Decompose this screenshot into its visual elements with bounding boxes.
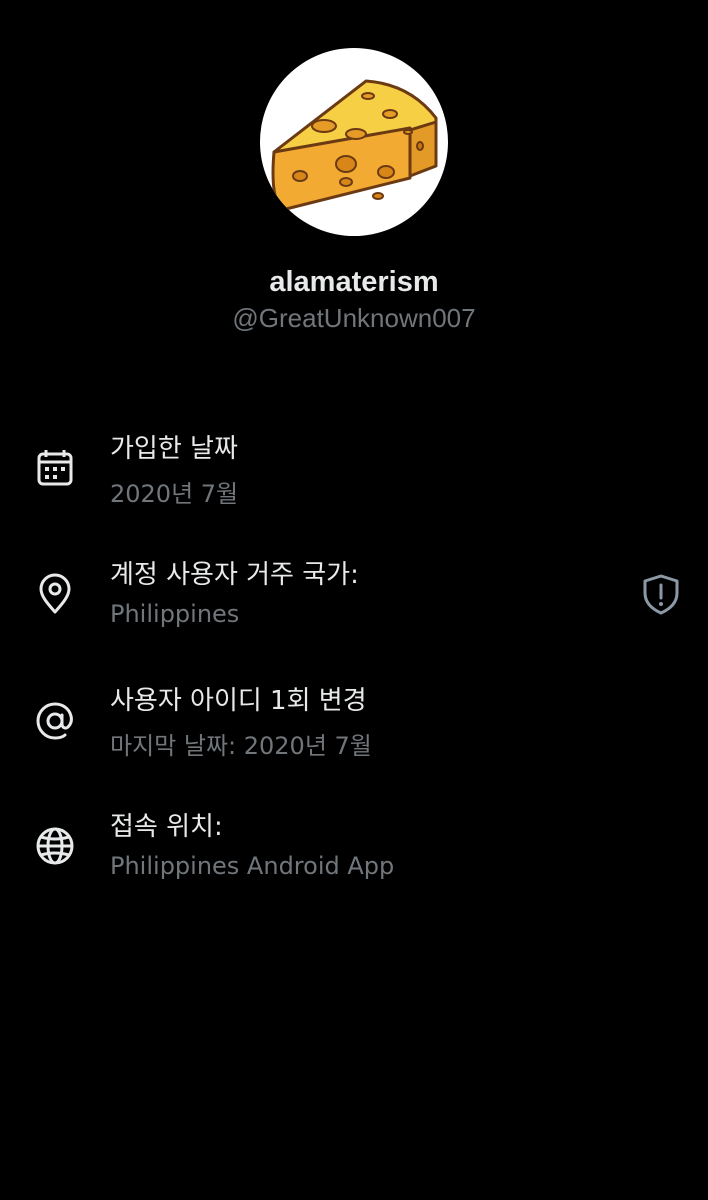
info-row-account-country: 계정 사용자 거주 국가: Philippines bbox=[0, 554, 708, 654]
row-title: 가입한 날짜 bbox=[110, 434, 238, 464]
location-pin-icon bbox=[34, 573, 76, 615]
row-value: Philippines bbox=[110, 600, 240, 628]
globe-icon bbox=[34, 825, 76, 867]
shield-alert-icon[interactable] bbox=[640, 573, 682, 615]
info-row-join-date: 가입한 날짜 2020년 7월 bbox=[0, 428, 708, 528]
row-value: Philippines Android App bbox=[110, 852, 395, 880]
calendar-icon bbox=[34, 448, 76, 490]
row-title: 접속 위치: bbox=[110, 812, 223, 842]
cheese-wedge-icon bbox=[271, 79, 438, 212]
user-handle: @GreatUnknown007 bbox=[232, 303, 476, 333]
info-row-username-change: 사용자 아이디 1회 변경 마지막 날짜: 2020년 7월 bbox=[0, 680, 708, 780]
at-sign-icon bbox=[34, 700, 76, 742]
display-name: alamaterism bbox=[269, 266, 439, 298]
row-title: 계정 사용자 거주 국가: bbox=[110, 560, 359, 590]
row-value: 2020년 7월 bbox=[110, 480, 239, 508]
info-row-connected-via: 접속 위치: Philippines Android App bbox=[0, 806, 708, 906]
row-value: 마지막 날짜: 2020년 7월 bbox=[110, 732, 372, 760]
avatar[interactable] bbox=[260, 48, 448, 236]
row-title: 사용자 아이디 1회 변경 bbox=[110, 686, 367, 716]
